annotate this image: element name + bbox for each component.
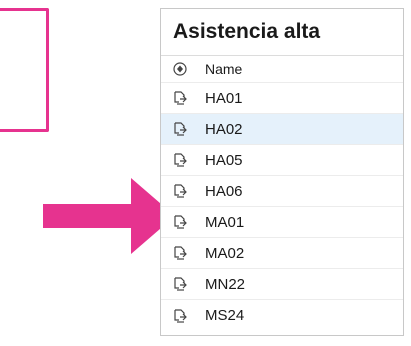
resource-list-panel: Asistencia alta Name HA01 HA02 HA05 HA06 MA0… — [160, 8, 404, 336]
list-item[interactable]: HA01 — [161, 83, 403, 114]
resource-icon — [171, 307, 189, 325]
column-header-name: Name — [205, 61, 243, 77]
list-header-row[interactable]: Name — [161, 56, 403, 83]
resource-list: Name HA01 HA02 HA05 HA06 MA01 MA02 MN22 MS24 — [161, 56, 403, 331]
list-item-label: MS24 — [205, 307, 245, 324]
resource-icon — [171, 213, 189, 231]
list-item[interactable]: MN22 — [161, 269, 403, 300]
list-item-label: MA02 — [205, 244, 245, 262]
resource-icon — [171, 275, 189, 293]
list-item[interactable]: HA05 — [161, 145, 403, 176]
add-circle-icon[interactable] — [171, 60, 189, 78]
annotation-highlight-box — [0, 8, 49, 132]
resource-icon — [171, 244, 189, 262]
list-item-label: HA02 — [205, 120, 243, 138]
list-item[interactable]: MS24 — [161, 300, 403, 331]
list-item[interactable]: MA02 — [161, 238, 403, 269]
resource-icon — [171, 151, 189, 169]
list-item-label: HA06 — [205, 182, 243, 200]
resource-icon — [171, 89, 189, 107]
annotation-arrow-icon — [43, 178, 175, 254]
resource-icon — [171, 120, 189, 138]
screenshot-stage: Asistencia alta Name HA01 HA02 HA05 HA06 MA0… — [0, 0, 411, 346]
list-item-label: HA01 — [205, 89, 243, 107]
list-item[interactable]: HA06 — [161, 176, 403, 207]
resource-icon — [171, 182, 189, 200]
list-item-label: MA01 — [205, 213, 245, 231]
list-item[interactable]: HA02 — [161, 114, 403, 145]
list-item-label: MN22 — [205, 275, 246, 293]
list-item[interactable]: MA01 — [161, 207, 403, 238]
list-item-label: HA05 — [205, 151, 243, 169]
panel-title: Asistencia alta — [161, 9, 403, 56]
